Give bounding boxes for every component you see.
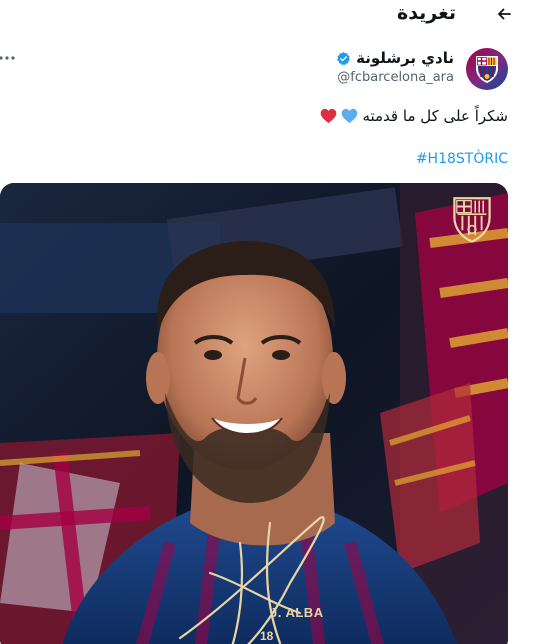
player-name-overlay: J. ALBA — [270, 605, 324, 620]
blue-heart-icon — [342, 108, 358, 124]
author-display-name[interactable]: نادي برشلونة — [356, 49, 454, 67]
tweet-text-body: شكراً على كل ما قدمته — [362, 107, 508, 125]
author-handle[interactable]: @fcbarcelona_ara — [337, 70, 454, 85]
more-options-button[interactable] — [0, 50, 18, 66]
tweet-media-image[interactable]: J. ALBA 18 — [0, 183, 508, 644]
arrow-left-icon — [498, 8, 511, 20]
tweet-text: شكراً على كل ما قدمته — [320, 107, 508, 125]
author-name-row[interactable]: نادي برشلونة — [336, 49, 454, 67]
tweet-page: تغريدة نادي برشلونة @fcbarcelona_ara شكر… — [0, 0, 534, 644]
avatar[interactable] — [466, 48, 508, 90]
top-header: تغريدة — [0, 0, 534, 32]
more-horizontal-icon — [0, 56, 15, 60]
fc-barcelona-crest-icon — [453, 197, 491, 243]
fc-barcelona-crest-icon — [476, 56, 498, 83]
page-title: تغريدة — [396, 2, 456, 24]
back-button[interactable] — [492, 2, 516, 26]
player-photo — [0, 183, 508, 644]
red-heart-icon — [321, 108, 337, 124]
verified-badge-icon — [337, 51, 350, 65]
player-number-overlay: 18 — [260, 629, 274, 643]
hashtag-link[interactable]: #H18STÒRIC — [416, 151, 508, 167]
